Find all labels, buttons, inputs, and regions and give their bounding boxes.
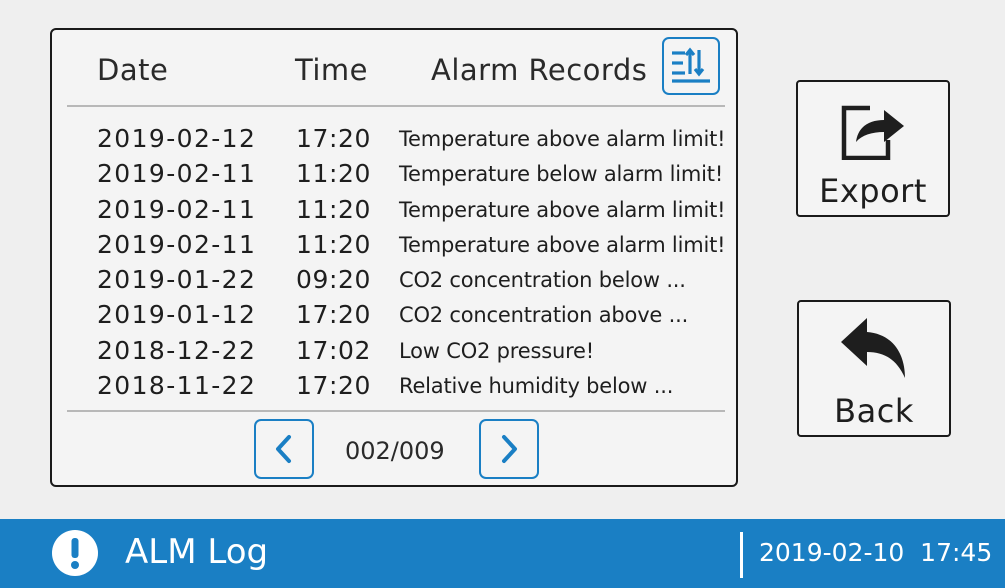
row-date: 2019-02-12 <box>97 124 257 153</box>
page-indicator: 002/009 <box>345 437 445 465</box>
row-date: 2019-01-12 <box>97 300 257 329</box>
status-divider <box>740 532 743 578</box>
row-date: 2019-01-22 <box>97 265 257 294</box>
header-divider <box>67 105 725 107</box>
table-row: 2019-02-11 11:20 Temperature above alarm… <box>0 230 1005 265</box>
column-header-alarm-records: Alarm Records <box>431 53 648 87</box>
row-date: 2018-11-22 <box>97 371 257 400</box>
row-time: 11:20 <box>296 159 372 188</box>
table-row: 2019-01-22 09:20 CO2 concentration below… <box>0 265 1005 300</box>
footer-divider <box>67 410 725 412</box>
row-time: 17:02 <box>296 336 372 365</box>
row-date: 2019-02-11 <box>97 230 257 259</box>
row-time: 11:20 <box>296 230 372 259</box>
row-message: Relative humidity below ... <box>399 374 674 398</box>
column-header-time: Time <box>295 53 368 87</box>
back-button[interactable]: Back <box>797 300 951 437</box>
export-label: Export <box>819 172 927 210</box>
next-page-button[interactable] <box>479 419 539 479</box>
previous-page-button[interactable] <box>254 419 314 479</box>
sort-icon <box>672 47 710 83</box>
row-message: CO2 concentration above ... <box>399 303 689 327</box>
export-share-icon <box>841 105 904 160</box>
row-message: Temperature below alarm limit! <box>399 162 724 186</box>
chevron-left-icon <box>276 435 291 463</box>
row-time: 17:20 <box>296 300 372 329</box>
row-time: 17:20 <box>296 371 372 400</box>
row-message: Low CO2 pressure! <box>399 339 594 363</box>
sort-button[interactable] <box>662 37 720 95</box>
row-time: 09:20 <box>296 265 372 294</box>
chevron-right-icon <box>502 435 517 463</box>
status-title: ALM Log <box>125 532 269 572</box>
row-time: 17:20 <box>296 124 372 153</box>
status-datetime: 2019-02-10 17:45 <box>759 538 993 567</box>
status-bar: ALM Log 2019-02-10 17:45 <box>0 519 1005 588</box>
alert-icon <box>52 530 98 576</box>
row-message: CO2 concentration below ... <box>399 268 686 292</box>
row-date: 2019-02-11 <box>97 195 257 224</box>
back-arrow-icon <box>841 318 905 378</box>
row-time: 11:20 <box>296 195 372 224</box>
back-label: Back <box>834 392 914 430</box>
row-message: Temperature above alarm limit! <box>399 198 726 222</box>
column-header-date: Date <box>97 53 169 87</box>
export-button[interactable]: Export <box>796 80 950 217</box>
row-date: 2019-02-11 <box>97 159 257 188</box>
row-date: 2018-12-22 <box>97 336 257 365</box>
row-message: Temperature above alarm limit! <box>399 233 726 257</box>
row-message: Temperature above alarm limit! <box>399 127 726 151</box>
